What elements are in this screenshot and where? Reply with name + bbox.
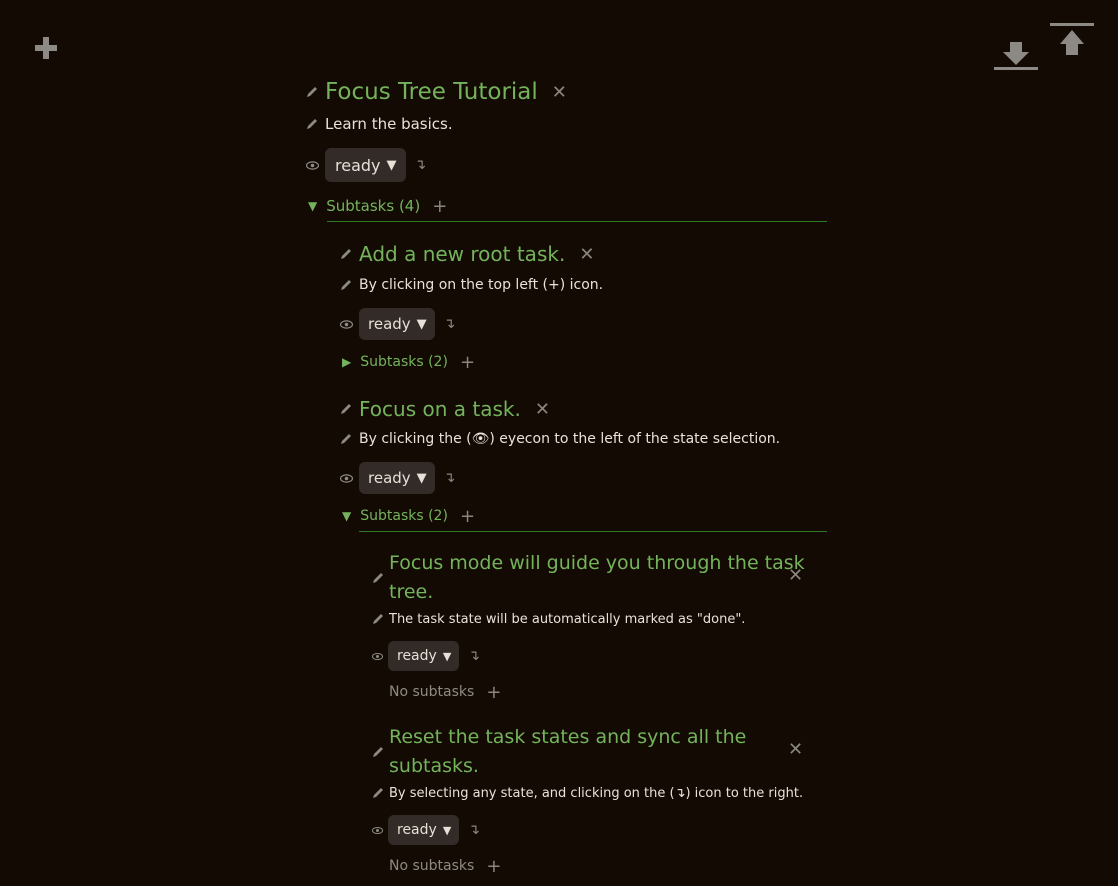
task-description[interactable]: Learn the basics. <box>325 115 453 133</box>
sync-icon[interactable]: ↴ <box>444 470 456 486</box>
divider <box>359 531 827 532</box>
pencil-icon[interactable] <box>306 86 318 98</box>
task-title[interactable]: Focus mode will guide you through the ta… <box>389 549 805 607</box>
task-title[interactable]: Focus Tree Tutorial <box>325 79 538 105</box>
task-desc-row: By clicking on the top left (+) icon. <box>340 275 603 295</box>
eye-icon[interactable] <box>340 473 353 483</box>
add-subtask-plus-icon[interactable]: + <box>486 856 501 877</box>
chevron-down-icon: ▼ <box>442 649 452 663</box>
task-title-row: Reset the task states and sync all the su… <box>372 722 746 782</box>
app-root: Focus Tree Tutorial ✕ Learn the basics. … <box>0 0 1118 886</box>
no-subtasks-label: No subtasks <box>389 684 475 700</box>
triangle-down-icon: ▼ <box>342 509 352 523</box>
task-description[interactable]: By clicking on the top left (+) icon. <box>359 277 603 293</box>
no-subtasks-row: No subtasks + <box>389 856 501 877</box>
eye-icon[interactable] <box>372 826 383 835</box>
subtasks-label: Subtasks (4) <box>326 197 421 215</box>
delete-icon[interactable]: ✕ <box>788 565 803 586</box>
pencil-icon[interactable] <box>340 248 352 260</box>
state-value: ready <box>368 469 411 487</box>
task-title-line: Focus mode will guide you through the ta… <box>389 552 805 574</box>
state-select[interactable]: ready ▼ <box>359 308 435 340</box>
task-description[interactable]: By clicking the (👁) eyecon to the left o… <box>359 431 780 447</box>
pencil-icon[interactable] <box>372 572 384 584</box>
task-description[interactable]: The task state will be automatically mar… <box>389 612 745 627</box>
root-subtasks-toggle[interactable]: ▼ Subtasks (4) + <box>308 195 447 217</box>
sync-icon[interactable]: ↴ <box>415 157 427 173</box>
eye-icon[interactable] <box>372 652 383 661</box>
task-description[interactable]: By selecting any state, and clicking on … <box>389 786 803 801</box>
state-select[interactable]: ready ▼ <box>388 641 460 671</box>
state-value: ready <box>397 648 437 664</box>
download-icon[interactable] <box>993 40 1039 72</box>
task-title-row: Add a new root task. ✕ <box>340 240 594 268</box>
root-desc-row: Learn the basics. <box>306 113 453 135</box>
subtasks-toggle[interactable]: ▼ Subtasks (2) + <box>342 506 475 527</box>
task-title-row: Focus mode will guide you through the ta… <box>372 548 805 608</box>
add-subtask-plus-icon[interactable]: + <box>432 196 447 217</box>
sync-icon[interactable]: ↴ <box>468 822 480 838</box>
chevron-down-icon: ▼ <box>386 157 397 173</box>
chevron-down-icon: ▼ <box>416 470 427 486</box>
subtasks-label: Subtasks (2) <box>360 354 448 370</box>
task-state-row: ready ▼ ↴ <box>372 641 480 671</box>
pencil-icon[interactable] <box>340 433 352 445</box>
state-value: ready <box>397 822 437 838</box>
pencil-icon[interactable] <box>340 279 352 291</box>
task-state-row: ready ▼ ↴ <box>340 308 455 340</box>
no-subtasks-row: No subtasks + <box>389 682 501 703</box>
subtasks-label: Subtasks (2) <box>360 508 448 524</box>
eye-icon[interactable] <box>306 160 319 170</box>
task-desc-row: By clicking the (👁) eyecon to the left o… <box>340 429 780 449</box>
state-select[interactable]: ready ▼ <box>359 462 435 494</box>
task-title[interactable]: Add a new root task. <box>359 242 565 266</box>
task-state-row: ready ▼ ↴ <box>372 815 480 845</box>
sync-icon[interactable]: ↴ <box>468 648 480 664</box>
state-value: ready <box>335 155 381 175</box>
state-select[interactable]: ready ▼ <box>388 815 460 845</box>
add-subtask-plus-icon[interactable]: + <box>460 506 475 527</box>
triangle-down-icon: ▼ <box>308 199 318 213</box>
pencil-icon[interactable] <box>372 746 384 758</box>
state-value: ready <box>368 315 411 333</box>
task-title[interactable]: Reset the task states and sync all the su… <box>389 723 746 781</box>
add-subtask-plus-icon[interactable]: + <box>460 352 475 373</box>
task-title-line: subtasks. <box>389 755 479 777</box>
task-title-row: Focus on a task. ✕ <box>340 395 550 423</box>
task-title-line: Reset the task states and sync all the <box>389 726 747 748</box>
pencil-icon[interactable] <box>306 118 318 130</box>
delete-icon[interactable]: ✕ <box>788 739 803 760</box>
divider <box>327 221 827 222</box>
triangle-right-icon: ▶ <box>342 355 352 369</box>
add-root-task-plus-icon[interactable] <box>34 36 58 60</box>
task-state-row: ready ▼ ↴ <box>340 462 455 494</box>
delete-icon[interactable]: ✕ <box>579 244 594 265</box>
state-select[interactable]: ready ▼ <box>325 148 406 182</box>
pencil-icon[interactable] <box>372 613 384 625</box>
root-state-row: ready ▼ ↴ <box>306 148 426 182</box>
subtasks-toggle[interactable]: ▶ Subtasks (2) + <box>342 352 475 373</box>
add-subtask-plus-icon[interactable]: + <box>486 682 501 703</box>
task-title-line: tree. <box>389 581 434 603</box>
pencil-icon[interactable] <box>340 403 352 415</box>
task-desc-row: By selecting any state, and clicking on … <box>372 783 803 803</box>
eye-icon[interactable] <box>340 319 353 329</box>
task-desc-row: The task state will be automatically mar… <box>372 609 745 629</box>
pencil-icon[interactable] <box>372 787 384 799</box>
upload-icon[interactable] <box>1049 22 1095 58</box>
delete-icon[interactable]: ✕ <box>552 82 567 103</box>
chevron-down-icon: ▼ <box>416 316 427 332</box>
root-title-row: Focus Tree Tutorial ✕ <box>306 76 567 108</box>
task-title[interactable]: Focus on a task. <box>359 397 521 421</box>
no-subtasks-label: No subtasks <box>389 858 475 874</box>
sync-icon[interactable]: ↴ <box>444 316 456 332</box>
delete-icon[interactable]: ✕ <box>535 399 550 420</box>
chevron-down-icon: ▼ <box>442 823 452 837</box>
